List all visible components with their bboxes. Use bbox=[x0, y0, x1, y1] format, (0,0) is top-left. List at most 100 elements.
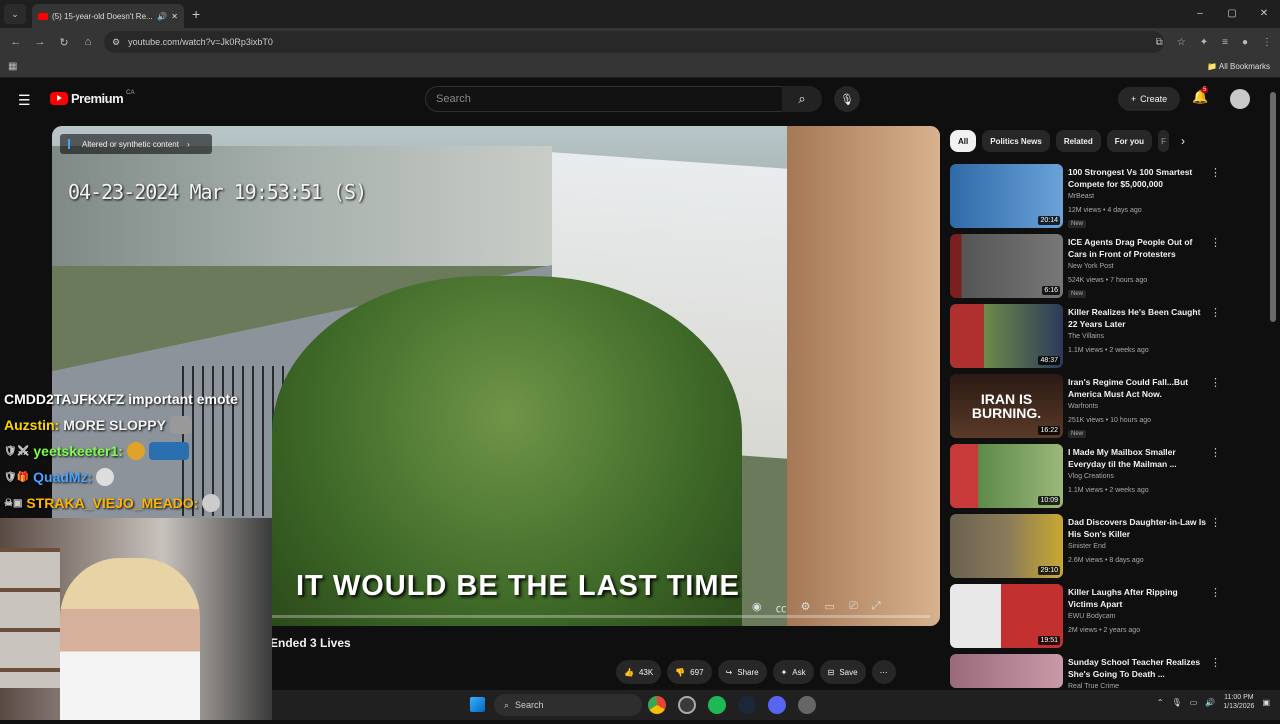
tray-mic-icon[interactable]: 🎙 bbox=[1172, 698, 1182, 707]
tab-audio-icon[interactable]: 🔊 bbox=[157, 12, 167, 21]
close-window-button[interactable]: ✕ bbox=[1248, 0, 1280, 28]
install-app-icon[interactable]: ⧉ bbox=[1156, 37, 1163, 48]
more-options-icon[interactable]: ⋮ bbox=[1210, 306, 1221, 319]
rec-channel[interactable]: The Villains bbox=[1068, 333, 1104, 340]
video-thumbnail[interactable]: 10:09 bbox=[950, 444, 1063, 508]
profile-icon[interactable]: ● bbox=[1242, 37, 1248, 48]
spotify-icon[interactable] bbox=[708, 696, 726, 714]
rec-channel[interactable]: Warfronts bbox=[1068, 403, 1098, 410]
chip-related[interactable]: Related bbox=[1055, 130, 1101, 152]
recommended-video[interactable]: 48:37 Killer Realizes He's Been Caught 2… bbox=[950, 304, 1230, 374]
taskbar-search[interactable]: ⌕ Search bbox=[494, 694, 642, 716]
recommended-video[interactable]: 29:10 Dad Discovers Daughter-in-Law Is H… bbox=[950, 514, 1230, 584]
reload-icon[interactable]: ↻ bbox=[52, 36, 76, 49]
more-options-icon[interactable]: ⋮ bbox=[1210, 166, 1221, 179]
apps-grid-icon[interactable]: ▦ bbox=[8, 61, 17, 72]
home-icon[interactable]: ⌂ bbox=[76, 36, 100, 48]
recommended-video[interactable]: 10:09 I Made My Mailbox Smaller Everyday… bbox=[950, 444, 1230, 514]
chevron-right-icon[interactable]: › bbox=[1181, 134, 1185, 148]
recommended-video[interactable]: 20:14 100 Strongest Vs 100 Smartest Comp… bbox=[950, 164, 1230, 234]
recommended-video[interactable]: IRAN IS BURNING. 16:22 Iran's Regime Cou… bbox=[950, 374, 1230, 444]
ask-button[interactable]: ✦ Ask bbox=[772, 660, 814, 684]
extensions-icon[interactable]: ✦ bbox=[1200, 37, 1208, 48]
chip-for-you[interactable]: For you bbox=[1106, 130, 1153, 152]
more-actions-button[interactable]: ⋯ bbox=[871, 660, 896, 684]
rec-channel[interactable]: Vlog Creations bbox=[1068, 473, 1114, 480]
share-button[interactable]: ↪ Share bbox=[717, 660, 767, 684]
windows-start-icon[interactable] bbox=[470, 697, 485, 712]
chip-all[interactable]: All bbox=[950, 130, 977, 152]
recommended-video[interactable]: 19:51 Killer Laughs After Ripping Victim… bbox=[950, 584, 1230, 654]
account-avatar[interactable] bbox=[1230, 89, 1250, 109]
miniplayer-icon[interactable]: ▭ bbox=[824, 600, 834, 616]
address-bar[interactable]: ⚙ youtube.com/watch?v=Jk0Rp3ixbT0 bbox=[104, 31, 1164, 53]
page-scrollbar[interactable] bbox=[1270, 92, 1276, 322]
more-options-icon[interactable]: ⋮ bbox=[1210, 446, 1221, 459]
more-options-icon[interactable]: ⋮ bbox=[1210, 656, 1221, 669]
back-icon[interactable]: ← bbox=[4, 36, 28, 48]
video-thumbnail[interactable]: 6:16 bbox=[950, 234, 1063, 298]
save-button[interactable]: ⊟ Save bbox=[819, 660, 866, 684]
rec-channel[interactable]: MrBeast bbox=[1068, 193, 1094, 200]
browser-menu-icon[interactable]: ⋮ bbox=[1262, 37, 1272, 48]
create-button[interactable]: + Create bbox=[1118, 87, 1180, 111]
rec-title[interactable]: Killer Laughs After Ripping Victims Apar… bbox=[1068, 586, 1208, 610]
more-options-icon[interactable]: ⋮ bbox=[1210, 516, 1221, 529]
all-bookmarks-link[interactable]: 📁 All Bookmarks bbox=[1207, 62, 1270, 71]
rec-channel[interactable]: New York Post bbox=[1068, 263, 1114, 270]
recommended-video[interactable]: 6:16 ICE Agents Drag People Out of Cars … bbox=[950, 234, 1230, 304]
rec-title[interactable]: 100 Strongest Vs 100 Smartest Compete fo… bbox=[1068, 166, 1208, 190]
search-button[interactable]: ⌕ bbox=[782, 86, 822, 112]
video-thumbnail[interactable]: IRAN IS BURNING. 16:22 bbox=[950, 374, 1063, 438]
rec-title[interactable]: ICE Agents Drag People Out of Cars in Fr… bbox=[1068, 236, 1208, 260]
menu-icon[interactable]: ☰ bbox=[18, 92, 31, 109]
settings-icon[interactable]: ⚙ bbox=[801, 600, 811, 616]
steam-icon[interactable] bbox=[738, 696, 756, 714]
notification-center-icon[interactable]: ▣ bbox=[1262, 698, 1270, 707]
search-input[interactable]: Search bbox=[425, 86, 783, 112]
forward-icon[interactable]: → bbox=[28, 36, 52, 48]
notifications-button[interactable]: 🔔 5 bbox=[1192, 87, 1209, 105]
video-thumbnail[interactable]: 48:37 bbox=[950, 304, 1063, 368]
fullscreen-icon[interactable]: ⤢ bbox=[872, 600, 881, 616]
autoplay-toggle-icon[interactable]: ◉ bbox=[752, 600, 762, 616]
new-tab-button[interactable]: + bbox=[192, 6, 200, 22]
site-info-icon[interactable]: ⚙ bbox=[112, 37, 120, 48]
more-options-icon[interactable]: ⋮ bbox=[1210, 236, 1221, 249]
rec-channel[interactable]: Sinister End bbox=[1068, 543, 1106, 550]
video-thumbnail[interactable]: 20:14 bbox=[950, 164, 1063, 228]
more-options-icon[interactable]: ⋮ bbox=[1210, 376, 1221, 389]
tab-search-button[interactable]: ⌄ bbox=[4, 4, 26, 24]
cast-icon[interactable]: ⎚ bbox=[849, 600, 858, 616]
taskbar-clock[interactable]: 11:00 PM 1/13/2026 bbox=[1223, 693, 1254, 711]
media-icon[interactable]: ≡ bbox=[1222, 37, 1228, 48]
more-options-icon[interactable]: ⋮ bbox=[1210, 586, 1221, 599]
synthetic-content-label[interactable]: Altered or synthetic content › bbox=[60, 134, 212, 154]
chip-politics-news[interactable]: Politics News bbox=[982, 130, 1050, 152]
tray-volume-icon[interactable]: 🔊 bbox=[1205, 698, 1215, 707]
rec-channel[interactable]: EWU Bodycam bbox=[1068, 613, 1115, 620]
rec-title[interactable]: Dad Discovers Daughter-in-Law Is His Son… bbox=[1068, 516, 1208, 540]
tray-network-icon[interactable]: ▭ bbox=[1190, 698, 1198, 707]
rec-title[interactable]: Killer Realizes He's Been Caught 22 Year… bbox=[1068, 306, 1208, 330]
like-button[interactable]: 👍 43K bbox=[616, 660, 662, 684]
video-thumbnail[interactable]: 19:51 bbox=[950, 584, 1063, 648]
chrome-icon[interactable] bbox=[648, 696, 666, 714]
tray-chevron-icon[interactable]: ⌃ bbox=[1157, 698, 1164, 707]
rec-title[interactable]: Iran's Regime Could Fall...But America M… bbox=[1068, 376, 1208, 400]
minimize-button[interactable]: – bbox=[1184, 0, 1216, 28]
rec-channel[interactable]: Real True Crime bbox=[1068, 683, 1119, 690]
maximize-button[interactable]: ▢ bbox=[1216, 0, 1248, 28]
video-thumbnail[interactable] bbox=[950, 654, 1063, 688]
dislike-button[interactable]: 👎 697 bbox=[667, 660, 712, 684]
obs-icon[interactable] bbox=[678, 696, 696, 714]
chip-partial[interactable]: F bbox=[1158, 130, 1169, 152]
browser-tab[interactable]: (5) 15-year-old Doesn't Re... 🔊 ✕ bbox=[32, 4, 184, 28]
discord-icon[interactable] bbox=[768, 696, 786, 714]
youtube-logo[interactable]: Premium CA bbox=[50, 90, 134, 106]
video-thumbnail[interactable]: 29:10 bbox=[950, 514, 1063, 578]
subtitles-icon[interactable]: ㏄ bbox=[776, 600, 787, 616]
rec-title[interactable]: I Made My Mailbox Smaller Everyday til t… bbox=[1068, 446, 1208, 470]
rec-title[interactable]: Sunday School Teacher Realizes She's Goi… bbox=[1068, 656, 1208, 680]
tab-close-icon[interactable]: ✕ bbox=[171, 12, 178, 21]
